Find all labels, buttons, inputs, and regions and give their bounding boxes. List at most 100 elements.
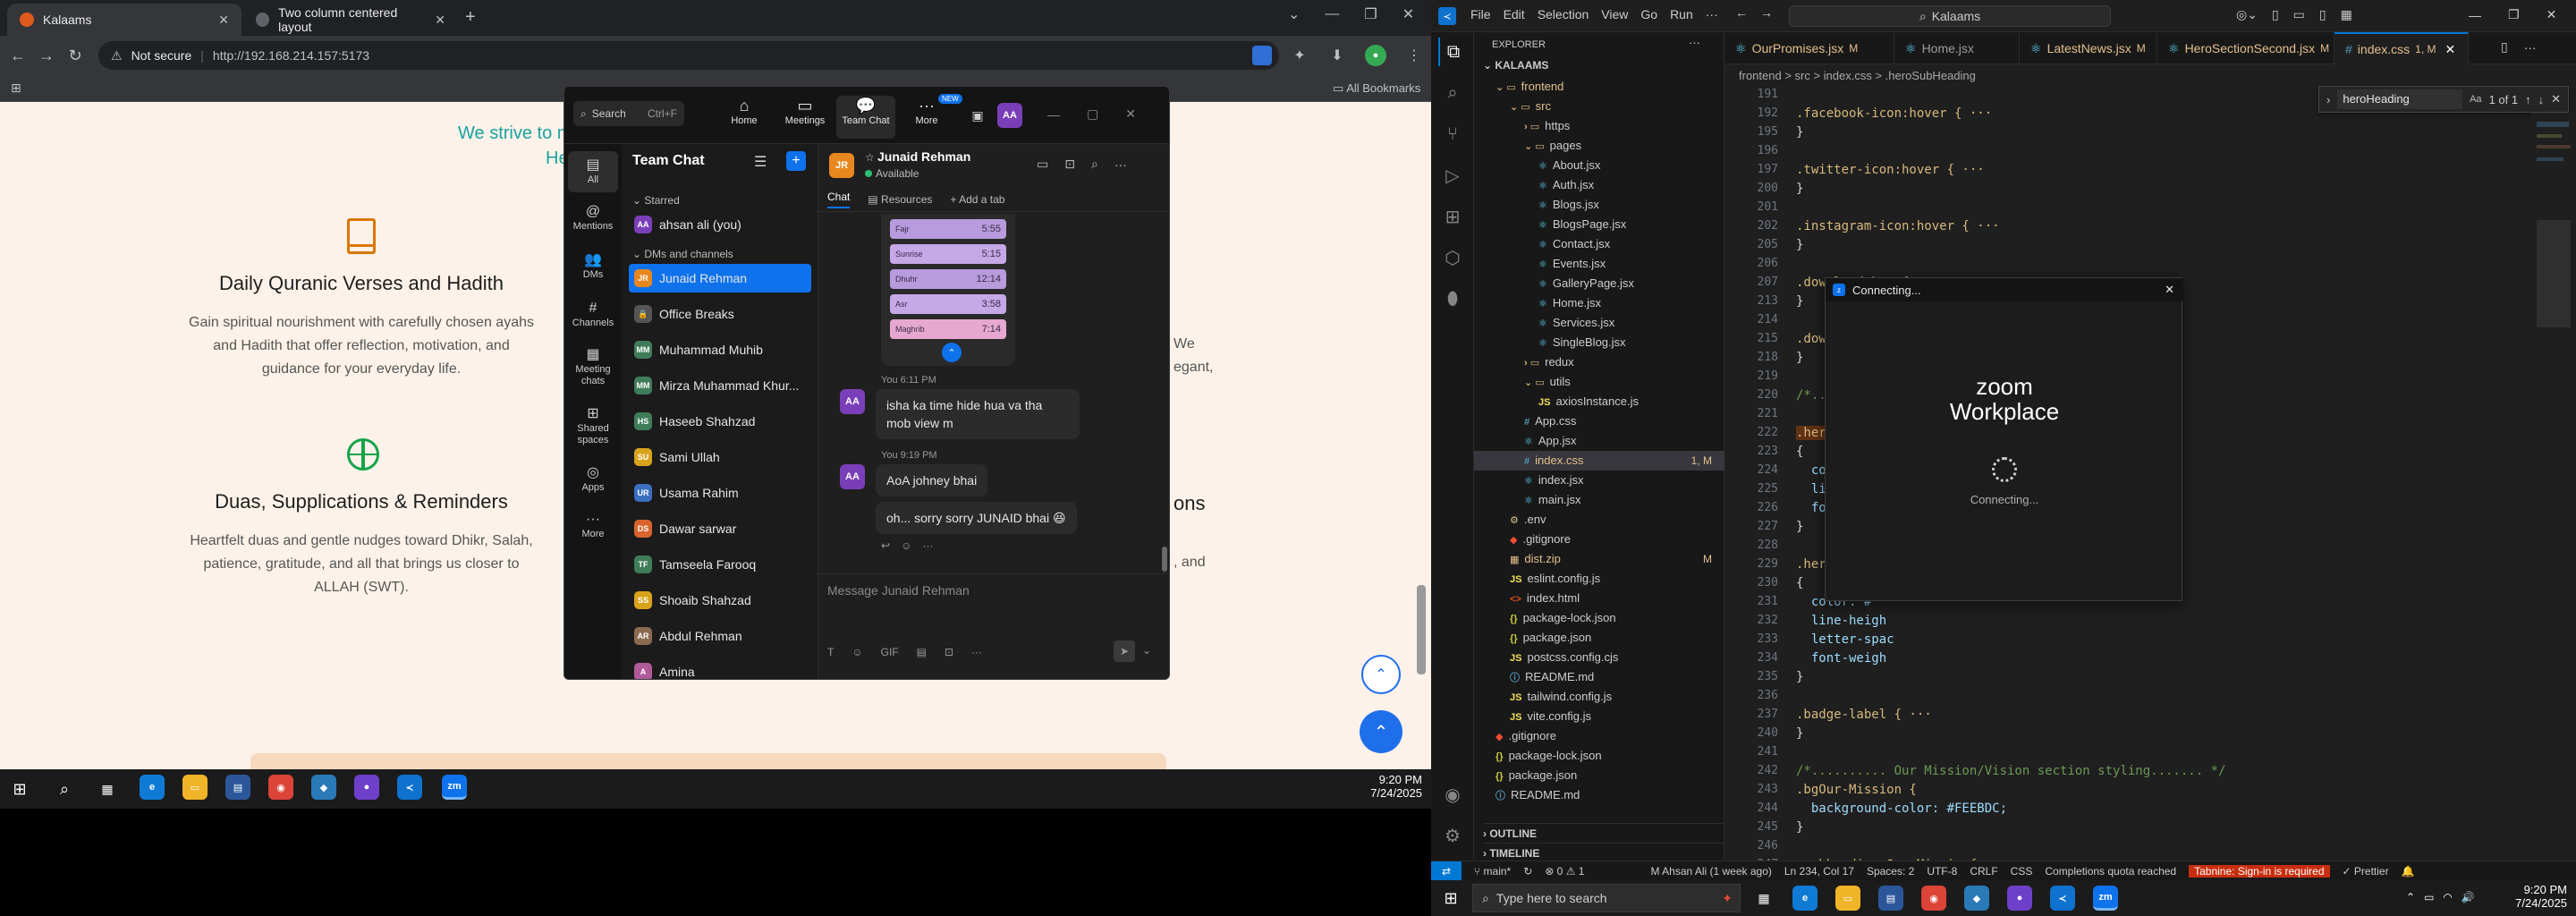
search-icon[interactable]: ⌕ bbox=[1091, 157, 1098, 172]
tree-file[interactable]: ⚛ Contact.jsx bbox=[1474, 234, 1724, 254]
speaker-icon[interactable]: 🔊 bbox=[2462, 891, 2475, 903]
zoom-icon[interactable]: zm bbox=[2093, 886, 2118, 911]
tree-file[interactable]: JS tailwind.config.js bbox=[1474, 687, 1724, 707]
chat-scrollbar[interactable] bbox=[1162, 547, 1167, 572]
find-input[interactable]: heroHeading bbox=[2337, 89, 2463, 109]
tree-file[interactable]: JS vite.config.js bbox=[1474, 707, 1724, 726]
minimap[interactable] bbox=[2531, 113, 2576, 868]
whiteboard-icon[interactable]: ▣ bbox=[969, 106, 987, 124]
rail-mentions[interactable]: @ Mentions bbox=[568, 203, 618, 233]
tree-file[interactable]: ⚛ SingleBlog.jsx bbox=[1474, 333, 1724, 352]
tree-file[interactable]: ⚙ .env bbox=[1474, 510, 1724, 530]
chat-item-contact[interactable]: MM Mirza Muhammad Khur... bbox=[629, 371, 811, 400]
screen-share-icon[interactable]: ⊡ bbox=[1064, 157, 1075, 172]
forward-icon[interactable]: → bbox=[1760, 5, 1773, 20]
menu-edit[interactable]: Edit bbox=[1504, 7, 1525, 21]
command-center[interactable]: ⌕ Kalaams bbox=[1789, 5, 2111, 27]
chat-item-contact[interactable]: UR Usama Rahim bbox=[629, 479, 811, 507]
search-icon[interactable]: ⌕ bbox=[1438, 79, 1467, 107]
rail-meeting-chats[interactable]: ▦ Meeting chats bbox=[568, 346, 618, 387]
app-icon[interactable]: ◆ bbox=[1964, 886, 1989, 911]
explorer-icon[interactable]: ⧉ bbox=[1438, 38, 1467, 66]
search-icon[interactable]: ⌕ bbox=[54, 778, 75, 800]
minimize-icon[interactable]: — bbox=[2469, 8, 2481, 22]
new-tab-button[interactable]: + bbox=[465, 7, 476, 28]
minimize-icon[interactable]: — bbox=[1047, 107, 1060, 122]
tree-file[interactable]: ⚛ About.jsx bbox=[1474, 156, 1724, 175]
task-view-icon[interactable]: ▦ bbox=[1753, 887, 1775, 909]
tree-folder[interactable]: › ▭ https bbox=[1474, 116, 1724, 136]
more-icon[interactable]: ··· bbox=[971, 646, 982, 658]
edge-icon[interactable]: e bbox=[1792, 886, 1818, 911]
avatar[interactable]: JR bbox=[829, 153, 854, 178]
back-icon[interactable]: ← bbox=[1735, 5, 1748, 20]
message-bubble[interactable]: oh... sorry sorry JUNAID bhai 😆 bbox=[876, 502, 1077, 534]
tree-file[interactable]: ⚛ BlogsPage.jsx bbox=[1474, 215, 1724, 234]
close-icon[interactable]: ✕ bbox=[2165, 283, 2174, 297]
more-actions-icon[interactable]: ··· bbox=[1689, 36, 1700, 49]
chevron-up-icon[interactable]: ⌃ bbox=[2406, 891, 2415, 903]
app-icon[interactable]: ◆ bbox=[311, 775, 336, 800]
zoom-icon[interactable]: zm bbox=[442, 775, 467, 800]
tree-file[interactable]: ⚛ Events.jsx bbox=[1474, 254, 1724, 274]
tree-file[interactable]: ⚛ Home.jsx bbox=[1474, 293, 1724, 313]
tree-file[interactable]: ⚛ Auth.jsx bbox=[1474, 175, 1724, 195]
user-avatar[interactable]: AA bbox=[997, 103, 1022, 128]
file-explorer-icon[interactable]: ▭ bbox=[1835, 886, 1860, 911]
send-icon[interactable]: ➤ bbox=[1114, 640, 1135, 662]
chat-item-contact[interactable]: 🔒 Office Breaks bbox=[629, 300, 811, 328]
editor-tab[interactable]: # index.css 1, M ✕ bbox=[2334, 32, 2469, 64]
more-icon[interactable]: ··· bbox=[922, 539, 933, 552]
arrow-up-icon[interactable]: ↑ bbox=[2525, 93, 2531, 106]
video-icon[interactable]: ▭ bbox=[1037, 157, 1048, 172]
close-window-icon[interactable]: ✕ bbox=[1125, 106, 1136, 122]
store-icon[interactable]: ▤ bbox=[225, 775, 250, 800]
task-view-icon[interactable]: ▦ bbox=[97, 778, 118, 800]
chat-item-contact[interactable]: AR Abdul Rehman bbox=[629, 622, 811, 650]
editor-tab[interactable]: ⚛ OurPromises.jsx M bbox=[1724, 32, 1894, 64]
tree-file[interactable]: JS eslint.config.js bbox=[1474, 569, 1724, 589]
tree-file[interactable]: ⚛ App.jsx bbox=[1474, 431, 1724, 451]
cursor-position[interactable]: Ln 234, Col 17 bbox=[1784, 865, 1854, 878]
indentation[interactable]: Spaces: 2 bbox=[1867, 865, 1914, 878]
tree-file[interactable]: ◆ .gitignore bbox=[1474, 530, 1724, 549]
apps-grid-icon[interactable]: ⊞ bbox=[11, 81, 21, 96]
tree-file[interactable]: {} package-lock.json bbox=[1474, 608, 1724, 628]
address-bar[interactable]: ⚠ Not secure | http://192.168.214.157:51… bbox=[98, 41, 1279, 70]
extension-icon[interactable] bbox=[1252, 46, 1272, 65]
taskbar-clock[interactable]: 9:20 PM 7/24/2025 bbox=[1351, 773, 1422, 800]
tree-file[interactable]: ⓘ README.md bbox=[1474, 667, 1724, 687]
zoom-nav-team-chat[interactable]: 💬 Team Chat bbox=[836, 96, 895, 139]
github-icon[interactable]: ● bbox=[354, 775, 379, 800]
conversation-name[interactable]: Junaid Rehman bbox=[877, 149, 970, 164]
close-window-icon[interactable]: ✕ bbox=[2546, 7, 2557, 22]
remote-explorer-icon[interactable]: ⬡ bbox=[1438, 243, 1467, 272]
gear-icon[interactable]: ⚙ bbox=[1438, 821, 1467, 850]
attach-file-icon[interactable]: ▤ bbox=[917, 646, 927, 658]
zoom-nav-meetings[interactable]: ▭ Meetings bbox=[775, 96, 835, 139]
windows-start-icon[interactable]: ⊞ bbox=[9, 778, 30, 800]
layout-icon[interactable]: ▦ bbox=[2341, 7, 2352, 22]
menu-more[interactable]: ··· bbox=[1706, 7, 1718, 21]
star-icon[interactable]: ☆ bbox=[865, 151, 875, 164]
editor-tab[interactable]: ⚛ Home.jsx bbox=[1894, 32, 2020, 64]
tree-file[interactable]: <> index.html bbox=[1474, 589, 1724, 608]
tree-folder[interactable]: › ▭ redux bbox=[1474, 352, 1724, 372]
breadcrumb[interactable]: frontend > src > index.css > .heroSubHea… bbox=[1724, 64, 2576, 86]
tree-file[interactable]: ⚛ Blogs.jsx bbox=[1474, 195, 1724, 215]
close-icon[interactable]: ✕ bbox=[218, 13, 229, 28]
rail-dms[interactable]: 👥 DMs bbox=[568, 251, 618, 281]
chevron-up-icon[interactable]: ⌃ bbox=[942, 343, 962, 362]
tree-folder[interactable]: ⌄ ▭ utils bbox=[1474, 372, 1724, 392]
chrome-tab-layout[interactable]: Two column centered layout ✕ bbox=[243, 4, 458, 36]
starred-section[interactable]: ⌄ Starred bbox=[632, 194, 680, 207]
close-icon[interactable]: ✕ bbox=[2551, 92, 2561, 106]
emoji-icon[interactable]: ☺ bbox=[852, 646, 862, 658]
timeline-section[interactable]: › TIMELINE bbox=[1483, 843, 1724, 860]
zoom-search-box[interactable]: ⌕ Search Ctrl+F bbox=[573, 101, 684, 126]
maximize-icon[interactable]: ❐ bbox=[2508, 7, 2520, 22]
download-icon[interactable]: ⬇ bbox=[1327, 46, 1347, 65]
page-scrollbar[interactable] bbox=[1417, 585, 1426, 674]
tree-file[interactable]: # index.css 1, M bbox=[1474, 451, 1724, 471]
copilot-icon[interactable]: ◎⌄ bbox=[2236, 7, 2258, 22]
